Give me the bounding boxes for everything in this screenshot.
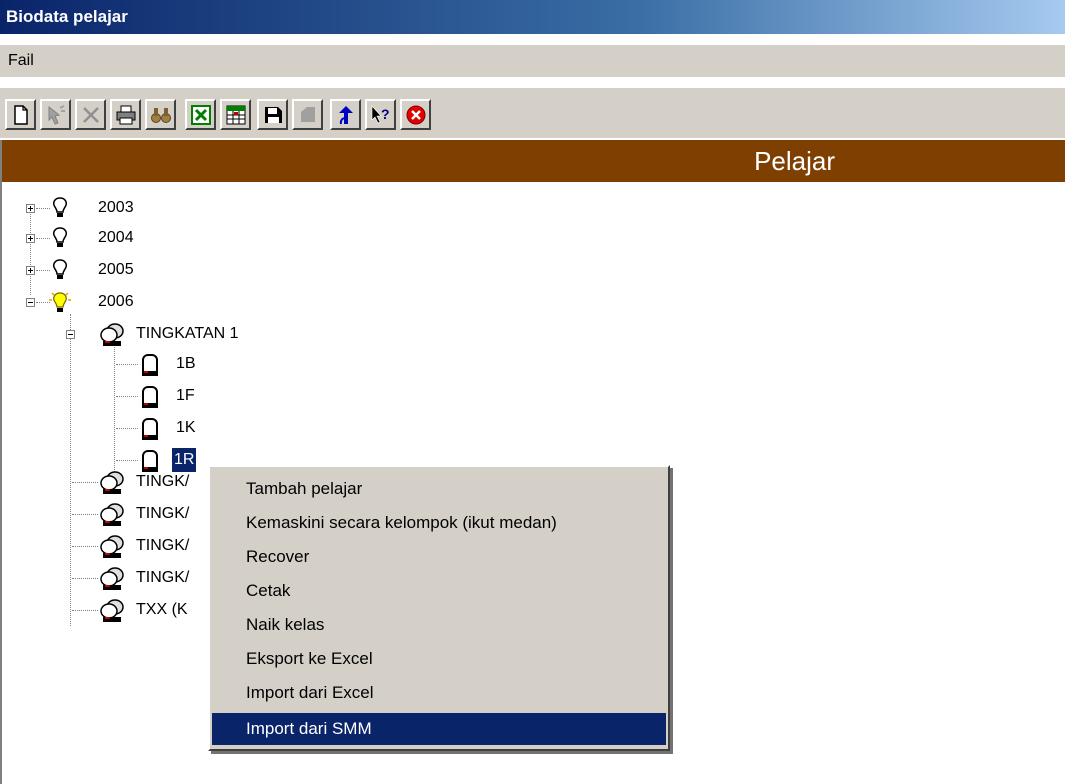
move-up-button[interactable] [330,99,361,130]
student-icon [142,386,158,408]
expand-toggle[interactable] [26,266,35,275]
tree-node-2006[interactable]: 2006 [0,288,200,316]
toolbar: ? [0,88,1065,138]
lightbulb-on-icon [49,292,71,312]
move-up-icon [339,106,353,125]
tree-node-label: 1F [176,387,195,404]
menu-item-kemaskini-kelompok[interactable]: Kemaskini secara kelompok (ikut medan) [212,507,666,539]
students-group-icon [100,503,124,526]
menu-item-eksport-excel[interactable]: Eksport ke Excel [212,643,666,675]
context-menu: Tambah pelajar Kemaskini secara kelompok… [208,465,670,751]
tree-line [116,396,138,397]
tree-node-2005[interactable]: 2005 [0,256,200,284]
tree-line [116,460,138,461]
collapse-toggle[interactable] [26,298,35,307]
new-document-icon [14,105,28,125]
excel-button[interactable] [185,99,216,130]
new-button[interactable] [5,99,36,130]
tree-node-label: 2006 [98,293,134,310]
menu-bar: Fail [0,45,1065,77]
tree-line [72,578,98,579]
tree-node-label: 1B [176,355,196,372]
student-icon [142,354,158,376]
menu-item-import-smm[interactable]: Import dari SMM [212,713,666,745]
student-icon [142,418,158,440]
tree-node-label: 2005 [98,261,134,278]
students-group-icon [100,599,124,622]
expand-toggle[interactable] [26,204,35,213]
students-group-icon [100,323,124,346]
gray-shape-icon [301,107,315,122]
menu-item-tambah-pelajar[interactable]: Tambah pelajar [212,473,666,505]
student-icon [142,450,158,472]
exit-icon [406,105,426,125]
excel-grid-icon [226,105,246,125]
tree-node-label: 2004 [98,229,134,246]
tree-node-tingkatan-1[interactable]: TINGKATAN 1 [0,320,300,348]
find-button[interactable] [145,99,176,130]
printer-icon [116,105,136,125]
binoculars-icon [151,108,171,123]
students-group-icon [100,535,124,558]
collapse-toggle[interactable] [66,330,75,339]
tree-node-label-selected: 1R [170,447,198,473]
header-title: Pelajar [754,146,835,176]
menu-item-naik-kelas[interactable]: Naik kelas [212,609,666,641]
tree-line [72,482,98,483]
excel-grid-button[interactable] [220,99,251,130]
menu-item-cetak[interactable]: Cetak [212,575,666,607]
tree-node-class-1f[interactable]: 1F [0,382,220,410]
tree-line [72,610,98,611]
help-icon: ? [371,105,390,124]
svg-text:?: ? [381,106,390,122]
delete-button[interactable] [75,99,106,130]
tree-line [116,364,138,365]
tree-node-label: TINGK/ [136,505,190,522]
delete-icon [83,107,99,123]
print-button[interactable] [110,99,141,130]
header-band: Pelajar [0,140,1065,182]
save-icon [265,107,282,123]
expand-toggle[interactable] [26,234,35,243]
tree-node-class-1r[interactable]: 1R [0,446,220,474]
tree-node-label: TINGK/ [136,569,190,586]
gray-shape-button[interactable] [292,99,323,130]
pointer-icon [48,105,65,125]
students-group-icon [100,567,124,590]
tree-node-label: 1K [176,419,196,436]
tree-node-2004[interactable]: 2004 [0,224,200,252]
tree-line [72,546,98,547]
menu-fail[interactable]: Fail [8,52,34,69]
save-button[interactable] [257,99,288,130]
tree-line [116,428,138,429]
excel-icon [191,105,211,125]
tree-node-2003[interactable]: 2003 [0,194,200,222]
lightbulb-off-icon [53,259,67,279]
tree-node-label: TINGK/ [136,537,190,554]
menu-item-import-excel[interactable]: Import dari Excel [212,677,666,709]
tree-node-label: 2003 [98,199,134,216]
menu-item-recover[interactable]: Recover [212,541,666,573]
window-title: Biodata pelajar [6,7,128,26]
context-help-button[interactable]: ? [365,99,396,130]
select-button[interactable] [40,99,71,130]
tree-node-label: TINGKATAN 1 [136,325,239,342]
tree-node-label: TXX (K [136,601,188,618]
lightbulb-off-icon [53,227,67,247]
window-title-bar[interactable]: Biodata pelajar [0,0,1065,34]
exit-button[interactable] [400,99,431,130]
tree-line [72,514,98,515]
tree-node-class-1k[interactable]: 1K [0,414,220,442]
lightbulb-off-icon [53,197,67,217]
tree-node-class-1b[interactable]: 1B [0,350,220,378]
